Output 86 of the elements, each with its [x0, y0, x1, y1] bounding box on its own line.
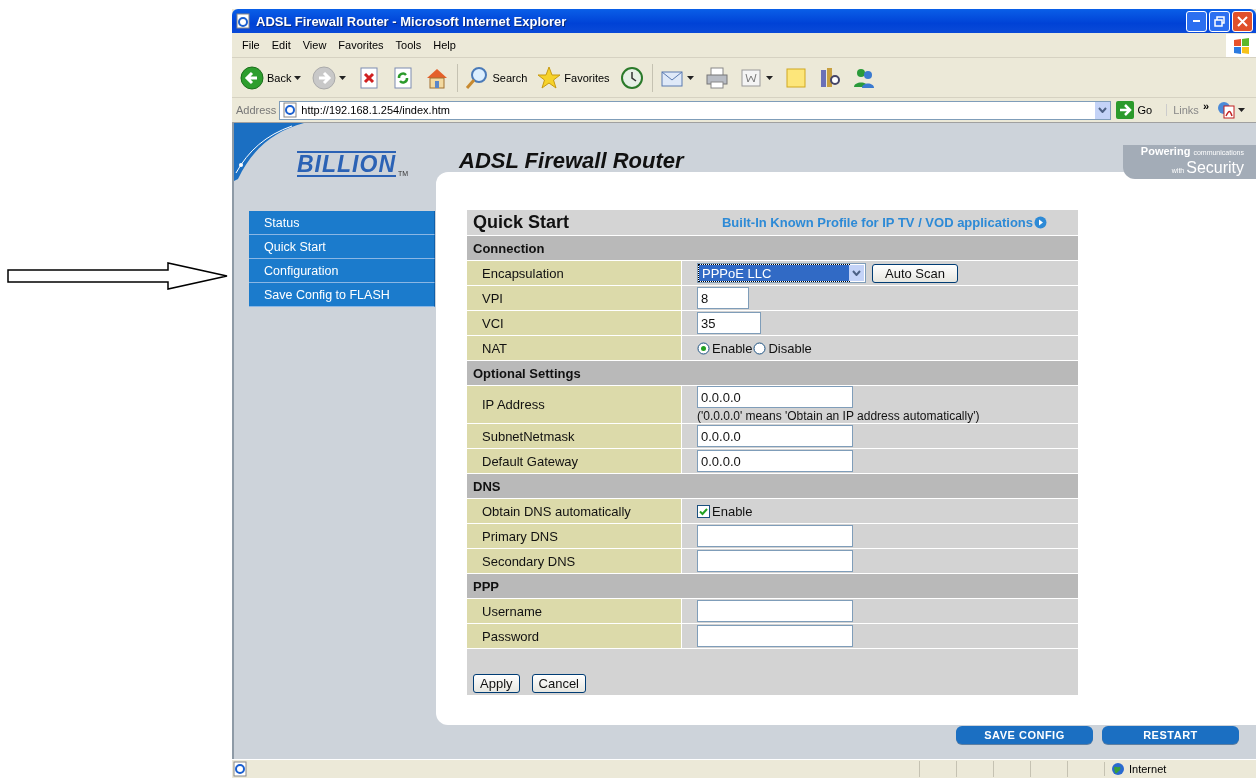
input-field[interactable]: 0.0.0.0 — [697, 425, 853, 447]
back-button[interactable]: Back — [238, 63, 305, 92]
close-button[interactable] — [1232, 10, 1253, 32]
field-label: NAT — [467, 336, 681, 360]
search-icon — [465, 65, 490, 90]
brand-logo: BILLION — [297, 151, 396, 177]
caret-icon[interactable] — [1238, 107, 1246, 113]
form-button[interactable]: Apply — [473, 674, 520, 693]
footer-button[interactable]: SAVE CONFIG — [956, 726, 1093, 744]
option-label: Enable — [712, 503, 753, 519]
sidebar-item[interactable]: Status — [249, 211, 435, 235]
favorites-button[interactable]: Favorites — [535, 63, 612, 92]
address-field[interactable]: http://192.168.1.254/index.htm — [279, 100, 1111, 120]
encapsulation-dropdown[interactable]: PPPoE LLC — [697, 263, 866, 283]
field-hint: ('0.0.0.0' means 'Obtain an IP address automatically') — [697, 409, 981, 423]
input-field[interactable]: 8 — [697, 287, 749, 309]
right-arrow-icon — [1115, 101, 1134, 119]
input-field[interactable]: 0.0.0.0 — [697, 386, 853, 408]
input-field[interactable] — [697, 625, 853, 647]
minimize-button[interactable] — [1186, 10, 1207, 32]
field-label: Primary DNS — [467, 524, 681, 548]
close-icon — [1237, 15, 1248, 27]
field-label: Obtain DNS automatically — [467, 499, 681, 523]
search-button[interactable]: Search — [463, 63, 530, 92]
menu-item[interactable]: File — [236, 39, 266, 51]
dropdown-caret-icon[interactable] — [1097, 107, 1107, 113]
form-button[interactable]: Cancel — [531, 674, 586, 693]
form-title: Quick Start — [473, 212, 571, 233]
sidebar-item[interactable]: Quick Start — [249, 235, 435, 259]
tagline-text: Security — [1186, 159, 1244, 176]
input-field[interactable] — [697, 600, 853, 622]
field-label: Password — [467, 624, 681, 648]
play-circle-icon — [1034, 216, 1047, 229]
star-icon — [537, 65, 562, 90]
field-label: VCI — [467, 311, 681, 335]
menu-item[interactable]: Help — [427, 39, 462, 51]
input-field[interactable]: 0.0.0.0 — [697, 450, 853, 472]
input-field[interactable] — [697, 550, 853, 572]
auto-scan-button[interactable]: Auto Scan — [872, 263, 958, 283]
input-field[interactable] — [697, 525, 853, 547]
radio-button[interactable] — [697, 341, 710, 355]
field-label: IP Address — [467, 386, 681, 423]
field-label: VPI — [467, 286, 681, 310]
section-heading: Connection — [467, 236, 1078, 260]
footer-button[interactable]: RESTART — [1102, 726, 1239, 744]
menu-item[interactable]: View — [296, 39, 333, 51]
web-page-icon — [282, 102, 299, 118]
section-heading: PPP — [467, 574, 1078, 598]
go-button[interactable]: Go — [1115, 101, 1153, 119]
field-label: Encapsulation — [467, 261, 681, 285]
browser-page-icon — [235, 13, 251, 29]
sidebar-item[interactable]: Configuration — [249, 259, 435, 283]
field-label: Secondary DNS — [467, 549, 681, 573]
field-label: Default Gateway — [467, 449, 681, 473]
tagline-text: Powering — [1140, 145, 1192, 157]
pdf-document-icon[interactable] — [1217, 101, 1235, 119]
caret-icon[interactable] — [765, 74, 774, 81]
window-title: ADSL Firewall Router - Microsoft Internet Explorer — [256, 13, 568, 29]
field-label: SubnetNetmask — [467, 424, 681, 448]
caret-icon[interactable] — [686, 74, 695, 81]
input-field[interactable]: 35 — [697, 312, 761, 334]
sidebar-item[interactable]: Save Config to FLASH — [249, 283, 435, 307]
history-clock-icon[interactable] — [619, 65, 644, 90]
printer-icon[interactable] — [704, 65, 729, 90]
more-links-button[interactable]: » — [1202, 100, 1209, 112]
address-label: Address — [236, 104, 277, 116]
minimize-icon — [1193, 20, 1200, 22]
restore-button[interactable] — [1209, 10, 1230, 32]
page-title: ADSL Firewall Router — [459, 148, 684, 174]
flag-logo-icon — [1232, 36, 1250, 54]
section-heading: DNS — [467, 474, 1078, 498]
menu-item[interactable]: Edit — [265, 39, 297, 51]
radio-button[interactable] — [753, 341, 767, 355]
caret-icon[interactable] — [294, 74, 303, 81]
section-heading: Optional Settings — [467, 361, 1078, 385]
dropdown-caret-icon[interactable] — [852, 270, 861, 276]
menu-item[interactable]: Favorites — [332, 39, 390, 51]
option-label: Enable — [712, 340, 753, 356]
checkbox[interactable] — [697, 504, 710, 518]
restore-icon — [1214, 15, 1225, 27]
menu-item[interactable]: Tools — [389, 39, 428, 51]
zone-label: Internet — [1129, 763, 1167, 775]
caret-icon[interactable] — [339, 74, 348, 81]
globe-icon — [1111, 762, 1125, 776]
option-label: Disable — [768, 340, 812, 356]
field-label: Username — [467, 599, 681, 623]
